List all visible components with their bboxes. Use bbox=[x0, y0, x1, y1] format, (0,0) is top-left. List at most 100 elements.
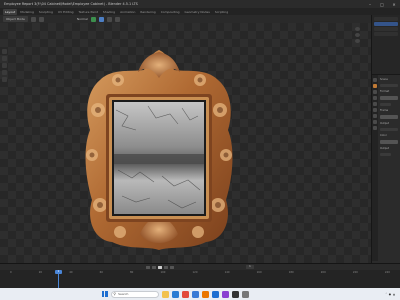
volume-icon[interactable]: ▲ bbox=[393, 293, 395, 296]
tool-tab-icon[interactable] bbox=[373, 78, 377, 82]
object-mode-dropdown[interactable]: Object Mode bbox=[3, 16, 28, 22]
current-frame-field[interactable]: 1 bbox=[246, 265, 254, 269]
taskbar: ⚲ Search ˄ ● ▲ bbox=[0, 288, 400, 300]
scale-tool-icon[interactable] bbox=[2, 77, 7, 82]
property-field[interactable] bbox=[380, 140, 398, 144]
shading-icon[interactable] bbox=[114, 16, 120, 22]
ruler-tick: 80 bbox=[130, 271, 134, 274]
minimize-icon[interactable]: – bbox=[364, 0, 376, 8]
properties-label: Output bbox=[380, 147, 390, 150]
step-forward-icon[interactable] bbox=[164, 265, 168, 269]
photos-icon[interactable] bbox=[221, 290, 229, 298]
viewport-header: Object Mode Normal bbox=[0, 15, 371, 23]
modifier-tab-icon[interactable] bbox=[373, 120, 377, 124]
blender-icon[interactable] bbox=[201, 290, 209, 298]
terminal-icon[interactable] bbox=[231, 290, 239, 298]
taskbar-search[interactable]: ⚲ Search bbox=[110, 290, 159, 298]
property-field[interactable] bbox=[380, 84, 398, 87]
chevron-up-icon[interactable]: ˄ bbox=[385, 293, 386, 296]
property-field[interactable] bbox=[380, 96, 398, 100]
camera-view-icon[interactable] bbox=[354, 39, 360, 43]
select-tool-icon[interactable] bbox=[2, 49, 7, 54]
wifi-icon[interactable]: ● bbox=[389, 293, 391, 296]
settings-icon[interactable] bbox=[241, 290, 249, 298]
toolbar bbox=[2, 49, 8, 82]
outliner-row[interactable] bbox=[374, 27, 398, 31]
ruler-tick: 240 bbox=[384, 271, 390, 274]
outliner-row[interactable] bbox=[374, 17, 398, 21]
tab-rendering[interactable]: Rendering bbox=[138, 9, 157, 15]
timeline[interactable]: 1 0 20 40 60 80 100 120 140 160 180 200 … bbox=[0, 263, 400, 288]
jump-end-icon[interactable] bbox=[170, 265, 174, 269]
ruler-tick: 140 bbox=[224, 271, 230, 274]
outliner-row[interactable] bbox=[374, 32, 398, 36]
snap-icon[interactable] bbox=[90, 16, 96, 22]
tab-geometry-nodes[interactable]: Geometry Nodes bbox=[183, 9, 212, 15]
close-icon[interactable]: ✕ bbox=[388, 0, 400, 8]
tab-compositing[interactable]: Compositing bbox=[159, 9, 182, 15]
select-menu-icon[interactable] bbox=[38, 16, 44, 22]
tab-modeling[interactable]: Modeling bbox=[18, 9, 36, 15]
tab-uv-editing[interactable]: UV Editing bbox=[56, 9, 76, 15]
outliner[interactable] bbox=[372, 15, 400, 75]
overlay-icon[interactable] bbox=[106, 16, 112, 22]
properties-label: Color bbox=[380, 134, 387, 137]
navigation-gizmo bbox=[349, 27, 365, 43]
property-field[interactable] bbox=[380, 128, 398, 131]
windows-start-icon[interactable] bbox=[101, 291, 108, 297]
playhead-frame-label[interactable]: 1 bbox=[55, 270, 62, 274]
orientation-dropdown[interactable]: Normal bbox=[77, 17, 88, 21]
move-tool-icon[interactable] bbox=[2, 63, 7, 68]
tab-texture-paint[interactable]: Texture Paint bbox=[77, 9, 100, 15]
step-back-icon[interactable] bbox=[152, 265, 156, 269]
tab-scripting[interactable]: Scripting bbox=[213, 9, 230, 15]
view-layer-tab-icon[interactable] bbox=[373, 96, 377, 100]
proportional-edit-icon[interactable] bbox=[98, 16, 104, 22]
ruler-tick: 20 bbox=[38, 271, 43, 274]
workspace-tabs: Layout Modeling Sculpting UV Editing Tex… bbox=[0, 8, 400, 15]
property-field[interactable] bbox=[380, 103, 391, 106]
mail-icon[interactable] bbox=[211, 290, 219, 298]
tab-sculpting[interactable]: Sculpting bbox=[37, 9, 55, 15]
render-tab-icon[interactable] bbox=[373, 84, 377, 88]
blender-window: Employee Report 3(F:\04 Cabinet\Model\Em… bbox=[0, 0, 400, 300]
jump-start-icon[interactable] bbox=[146, 265, 150, 269]
ruler-tick: 120 bbox=[192, 271, 198, 274]
zoom-icon[interactable] bbox=[354, 27, 360, 31]
outliner-row-selected[interactable] bbox=[374, 22, 398, 26]
ruler-tick: 0 bbox=[10, 271, 12, 274]
taskbar-apps: ⚲ Search bbox=[40, 290, 350, 298]
tab-layout[interactable]: Layout bbox=[3, 8, 18, 15]
ruler-tick: 60 bbox=[99, 271, 103, 274]
edge-icon[interactable] bbox=[171, 290, 179, 298]
properties-label: Frame bbox=[380, 109, 389, 112]
property-field[interactable] bbox=[380, 153, 391, 156]
properties-body: Scene Format Frame Output Color Output bbox=[378, 75, 400, 261]
system-tray[interactable]: ˄ ● ▲ bbox=[350, 293, 400, 296]
pan-icon[interactable] bbox=[354, 33, 360, 37]
ruler-tick: 180 bbox=[288, 271, 294, 274]
tab-animation[interactable]: Animation bbox=[118, 9, 137, 15]
ornate-frame-render bbox=[78, 50, 240, 253]
world-tab-icon[interactable] bbox=[373, 108, 377, 112]
maximize-icon[interactable]: □ bbox=[376, 0, 388, 8]
scene-tab-icon[interactable] bbox=[373, 102, 377, 106]
view-menu-icon[interactable] bbox=[30, 16, 36, 22]
file-explorer-icon[interactable] bbox=[161, 290, 169, 298]
ruler-tick: 160 bbox=[256, 271, 262, 274]
output-tab-icon[interactable] bbox=[373, 90, 377, 94]
material-tab-icon[interactable] bbox=[373, 126, 377, 130]
chrome-icon[interactable] bbox=[181, 290, 189, 298]
play-icon[interactable] bbox=[158, 265, 162, 269]
properties-label: Output bbox=[380, 122, 390, 125]
store-icon[interactable] bbox=[191, 290, 199, 298]
right-panel: Scene Format Frame Output Color Output bbox=[371, 15, 400, 263]
properties-editor: Scene Format Frame Output Color Output bbox=[372, 75, 400, 261]
property-field[interactable] bbox=[380, 115, 398, 119]
properties-label: Scene bbox=[380, 78, 388, 81]
tab-shading[interactable]: Shading bbox=[101, 9, 117, 15]
frame-image bbox=[85, 50, 233, 250]
rotate-tool-icon[interactable] bbox=[2, 70, 7, 75]
cursor-tool-icon[interactable] bbox=[2, 56, 7, 61]
object-tab-icon[interactable] bbox=[373, 114, 377, 118]
